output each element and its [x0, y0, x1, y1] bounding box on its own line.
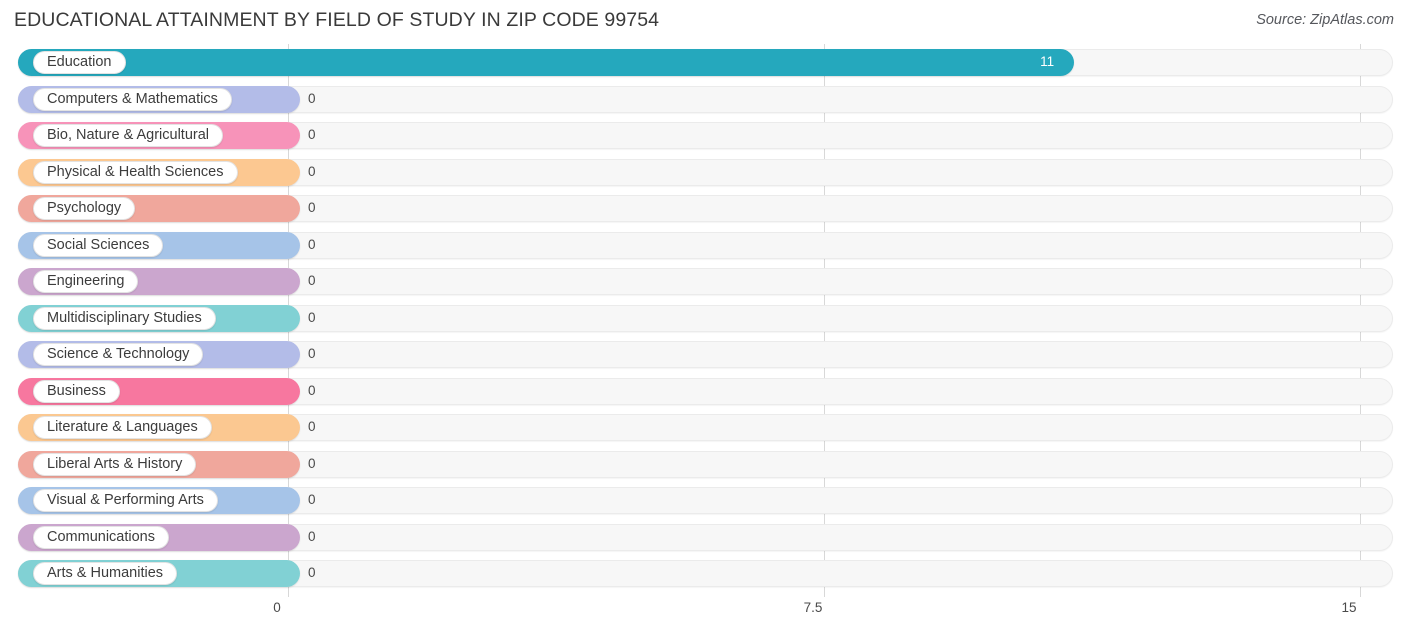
category-label: Computers & Mathematics	[47, 90, 218, 107]
bar-value-label: 0	[308, 127, 316, 142]
bar-value-label: 0	[308, 382, 316, 398]
category-label-pill: Literature & Languages	[33, 416, 212, 439]
category-label-pill: Visual & Performing Arts	[33, 489, 218, 512]
x-axis: 0 7.5 15	[0, 597, 1406, 631]
category-label: Science & Technology	[47, 346, 190, 363]
category-label-pill: Communications	[33, 525, 169, 549]
category-label-pill: Arts & Humanities	[33, 562, 178, 585]
bar-value-label: 0	[308, 455, 316, 471]
category-label: Visual & Performing Arts	[47, 492, 204, 509]
category-label-pill: Education	[33, 51, 126, 74]
bar-row: Engineering 0	[0, 265, 1406, 302]
category-label: Psychology	[47, 200, 122, 217]
bar-row: Visual & Performing Arts 0	[0, 484, 1406, 521]
bar[interactable]	[18, 49, 1075, 76]
category-label-pill: Engineering	[33, 270, 139, 293]
category-label-pill: Bio, Nature & Agricultural	[33, 124, 223, 147]
bar-row: Multidisciplinary Studies 0	[0, 302, 1406, 339]
bar-value-label: 0	[308, 90, 316, 106]
bar-rows: Education 11 Computers & Mathematics 0 Bio, …	[0, 44, 1406, 597]
page-title: EDUCATIONAL ATTAINMENT BY FIELD OF STUDY…	[14, 9, 660, 31]
category-label-pill: Science & Technology	[33, 343, 204, 366]
chart-plot-area: Education 11 Computers & Mathematics 0 Bio, …	[0, 44, 1406, 597]
category-label-pill: Business	[33, 379, 120, 403]
bar-row: Social Sciences 0	[0, 229, 1406, 266]
category-label: Business	[47, 382, 106, 399]
bar-row: Psychology 0	[0, 192, 1406, 229]
chart-header: EDUCATIONAL ATTAINMENT BY FIELD OF STUDY…	[0, 0, 1406, 44]
x-tick-label: 0	[273, 600, 281, 615]
bar-row: Computers & Mathematics 0	[0, 83, 1406, 120]
category-label-pill: Liberal Arts & History	[33, 452, 197, 476]
bar-value-label: 0	[308, 163, 316, 179]
category-label: Engineering	[47, 273, 125, 290]
bar-value-label: 0	[308, 273, 316, 288]
category-label: Liberal Arts & History	[47, 455, 183, 472]
bar-row: Literature & Languages 0	[0, 411, 1406, 448]
category-label-pill: Social Sciences	[33, 233, 164, 257]
bar-value-label: 0	[308, 236, 316, 252]
bar-value-label: 0	[308, 309, 316, 325]
bar-row: Physical & Health Sciences 0	[0, 156, 1406, 193]
category-label: Multidisciplinary Studies	[47, 309, 202, 326]
category-label: Arts & Humanities	[47, 565, 164, 582]
bar-row: Liberal Arts & History 0	[0, 448, 1406, 485]
bar-value-label: 0	[308, 200, 316, 215]
bar-row: Communications 0	[0, 521, 1406, 558]
category-label: Physical & Health Sciences	[47, 163, 224, 180]
bar-row: Business 0	[0, 375, 1406, 412]
category-label: Education	[47, 54, 112, 71]
bar-value-label: 11	[1040, 54, 1055, 69]
category-label-pill: Psychology	[33, 197, 136, 220]
category-label: Literature & Languages	[47, 419, 198, 436]
category-label-pill: Multidisciplinary Studies	[33, 306, 216, 330]
bar-row: Bio, Nature & Agricultural 0	[0, 119, 1406, 156]
bar-value-label: 0	[308, 565, 316, 580]
bar-row: Education 11	[0, 46, 1406, 83]
bar-value-label: 0	[308, 419, 316, 434]
bar-value-label: 0	[308, 346, 316, 361]
bar-row: Science & Technology 0	[0, 338, 1406, 375]
x-tick-label: 15	[1341, 600, 1357, 615]
category-label: Communications	[47, 528, 155, 545]
category-label: Social Sciences	[47, 236, 150, 253]
category-label-pill: Computers & Mathematics	[33, 87, 232, 111]
category-label: Bio, Nature & Agricultural	[47, 127, 209, 144]
source-attribution: Source: ZipAtlas.com	[1256, 12, 1394, 28]
bar-value-label: 0	[308, 492, 316, 507]
bar-value-label: 0	[308, 528, 316, 544]
x-tick-label: 7.5	[803, 600, 823, 615]
bar-row: Arts & Humanities 0	[0, 557, 1406, 594]
category-label-pill: Physical & Health Sciences	[33, 160, 238, 184]
